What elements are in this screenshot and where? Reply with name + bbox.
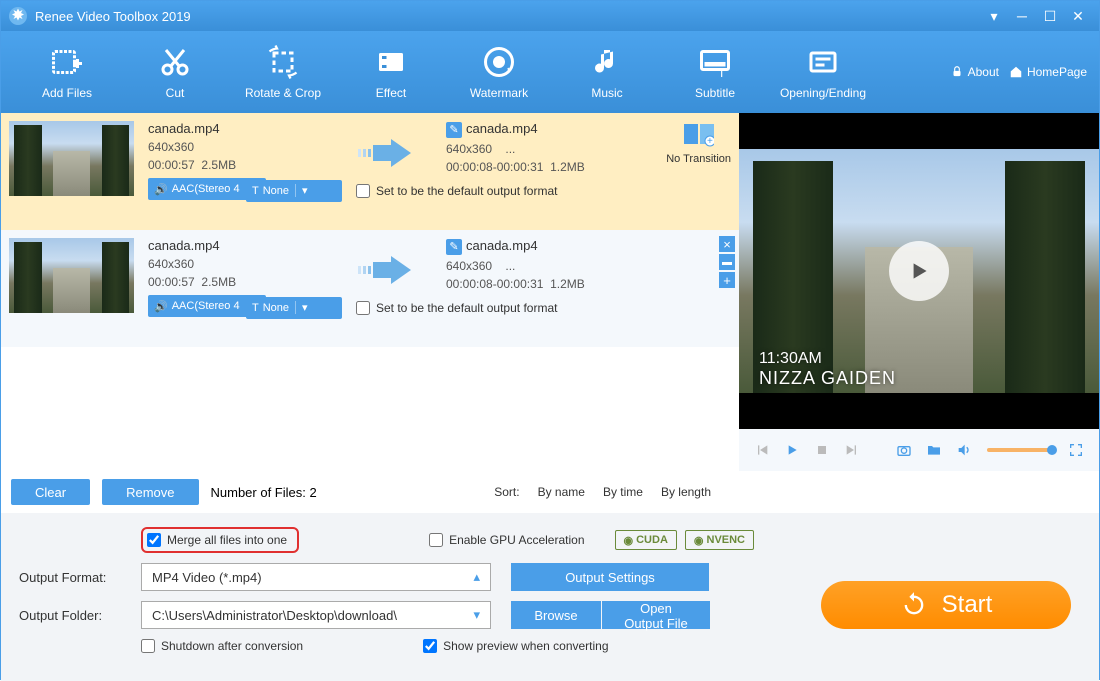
svg-text:+: + — [707, 136, 713, 147]
tool-add-files[interactable]: Add Files — [13, 40, 121, 104]
output-format-label: Output Format: — [19, 570, 141, 585]
file-duration-size: 00:00:57 2.5MB — [148, 158, 348, 172]
arrow-icon — [356, 256, 416, 284]
sort-by-length[interactable]: By length — [661, 485, 711, 499]
play-button[interactable] — [889, 241, 949, 301]
item-close-button[interactable]: × — [719, 236, 735, 252]
merge-highlight: Merge all files into one — [141, 527, 299, 553]
file-duration-size: 00:00:57 2.5MB — [148, 275, 348, 289]
titlebar: Renee Video Toolbox 2019 ▾ ─ ☐ ✕ — [1, 1, 1099, 31]
item-add-button[interactable]: + — [719, 272, 735, 288]
app-logo-icon — [9, 7, 27, 25]
subtitle-dropdown[interactable]: T None▾ — [246, 180, 342, 202]
svg-text:T: T — [718, 66, 726, 80]
main-toolbar: Add Files Cut Rotate & Crop Effect Water… — [1, 31, 1099, 113]
item-down-button[interactable]: ▬ — [719, 254, 735, 270]
output-range-size: 00:00:08-00:00:31 1.2MB — [446, 277, 739, 291]
edit-icon[interactable]: ✎ — [446, 122, 462, 138]
nvenc-badge: ◉ NVENC — [685, 530, 754, 550]
output-name: ✎canada.mp4 — [446, 238, 739, 255]
start-button[interactable]: Start — [821, 581, 1071, 629]
output-resolution: 640x360 ... — [446, 259, 739, 273]
file-resolution: 640x360 — [148, 140, 348, 154]
shutdown-checkbox[interactable]: Shutdown after conversion — [141, 639, 303, 653]
play-control-button[interactable] — [781, 439, 803, 461]
default-format-checkbox[interactable]: Set to be the default output format — [356, 301, 557, 315]
preview-pane: 11:30AM NIZZA GAIDEN — [739, 113, 1099, 429]
sort-by-time[interactable]: By time — [603, 485, 643, 499]
folder-button[interactable] — [923, 439, 945, 461]
output-folder-combo[interactable]: C:\Users\Administrator\Desktop\download\… — [141, 601, 491, 629]
open-output-button[interactable]: Open Output File — [602, 601, 710, 629]
merge-checkbox[interactable]: Merge all files into one — [147, 533, 287, 547]
app-title: Renee Video Toolbox 2019 — [35, 9, 191, 24]
minimize-button[interactable]: ─ — [1009, 5, 1035, 27]
fullscreen-button[interactable] — [1065, 439, 1087, 461]
clear-button[interactable]: Clear — [11, 479, 90, 505]
tool-subtitle[interactable]: TSubtitle — [661, 40, 769, 104]
sort-by-name[interactable]: By name — [538, 485, 585, 499]
tool-rotate-crop[interactable]: Rotate & Crop — [229, 40, 337, 104]
show-preview-checkbox[interactable]: Show preview when converting — [423, 639, 608, 653]
chevron-up-icon: ▴ — [473, 569, 480, 585]
tool-music[interactable]: Music — [553, 40, 661, 104]
file-thumbnail — [9, 121, 134, 196]
snapshot-button[interactable] — [893, 439, 915, 461]
volume-button[interactable] — [953, 439, 975, 461]
preview-time-overlay: 11:30AM — [759, 350, 896, 368]
gpu-checkbox[interactable]: Enable GPU Acceleration — [429, 533, 584, 547]
file-thumbnail — [9, 238, 134, 313]
close-button[interactable]: ✕ — [1065, 5, 1091, 27]
sort-label: Sort: — [494, 485, 519, 499]
edit-icon[interactable]: ✎ — [446, 239, 462, 255]
transition-label: No Transition — [666, 153, 731, 165]
output-format-combo[interactable]: MP4 Video (*.mp4)▴ — [141, 563, 491, 591]
homepage-link[interactable]: HomePage — [1009, 65, 1087, 79]
tool-opening-ending[interactable]: Opening/Ending — [769, 40, 877, 104]
output-settings-button[interactable]: Output Settings — [511, 563, 709, 591]
file-name: canada.mp4 — [148, 238, 348, 253]
file-name: canada.mp4 — [148, 121, 348, 136]
subtitle-dropdown[interactable]: T None▾ — [246, 297, 342, 319]
transition-icon[interactable]: + — [684, 121, 714, 147]
tool-effect[interactable]: Effect — [337, 40, 445, 104]
output-folder-label: Output Folder: — [19, 608, 141, 623]
player-controls — [739, 429, 1099, 471]
next-button[interactable] — [841, 439, 863, 461]
stop-button[interactable] — [811, 439, 833, 461]
remove-button[interactable]: Remove — [102, 479, 198, 505]
volume-slider[interactable] — [987, 448, 1053, 452]
file-resolution: 640x360 — [148, 257, 348, 271]
dropdown-icon[interactable]: ▾ — [981, 5, 1007, 27]
preview-caption-overlay: NIZZA GAIDEN — [759, 368, 896, 389]
more-icon[interactable]: ... — [505, 142, 515, 156]
file-item[interactable]: canada.mp4 640x360 00:00:57 2.5MB 🔊 AAC(… — [1, 113, 739, 230]
file-list: canada.mp4 640x360 00:00:57 2.5MB 🔊 AAC(… — [1, 113, 739, 471]
cuda-badge: ◉ CUDA — [615, 530, 677, 550]
file-item[interactable]: canada.mp4 640x360 00:00:57 2.5MB 🔊 AAC(… — [1, 230, 739, 347]
list-bar: Clear Remove Number of Files: 2 Sort: By… — [1, 471, 1099, 513]
maximize-button[interactable]: ☐ — [1037, 5, 1063, 27]
bottom-panel: Merge all files into one Enable GPU Acce… — [1, 513, 1099, 681]
default-format-checkbox[interactable]: Set to be the default output format — [356, 184, 557, 198]
browse-button[interactable]: Browse — [511, 601, 601, 629]
tool-cut[interactable]: Cut — [121, 40, 229, 104]
chevron-down-icon: ▾ — [473, 607, 480, 623]
tool-watermark[interactable]: Watermark — [445, 40, 553, 104]
about-link[interactable]: About — [950, 65, 999, 79]
arrow-icon — [356, 139, 416, 167]
file-count-label: Number of Files: 2 — [211, 485, 317, 500]
prev-button[interactable] — [751, 439, 773, 461]
more-icon[interactable]: ... — [505, 259, 515, 273]
